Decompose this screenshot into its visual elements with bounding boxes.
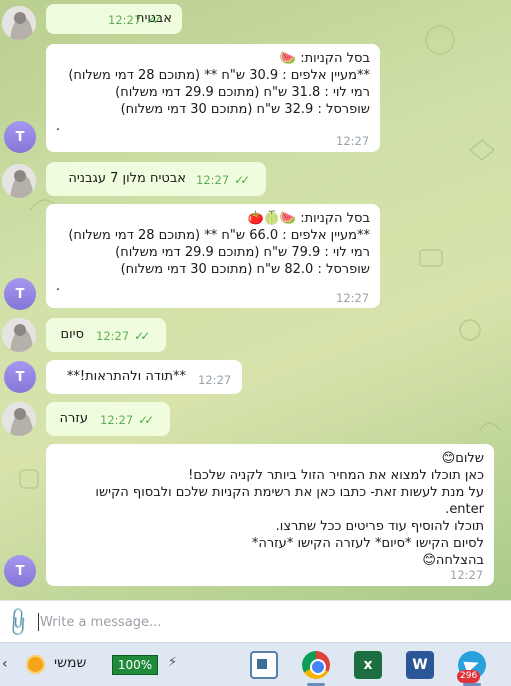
chrome-icon[interactable]	[302, 651, 330, 679]
message-line: **מעיין אלפים : 66.0 ש"ח ** (מתוכם 28 דמ…	[68, 228, 370, 243]
bot-avatar[interactable]: T	[4, 278, 36, 310]
message-meta: 12:27 ✓✓	[196, 172, 250, 189]
message-text: עזרה	[59, 411, 88, 426]
message-composer: 📎	[0, 600, 511, 642]
message-line: תוכלו להוסיף עוד פריטים ככל שתרצו.	[275, 519, 484, 534]
message-line: שופרסל : 82.0 ש"ח (מתוכם 30 דמי משלוח)	[120, 262, 370, 277]
message-text: אבטיח מלון 7 עגבניה	[68, 171, 186, 186]
message-time: 12:27	[108, 13, 142, 27]
double-check-icon: ✓✓	[134, 329, 150, 343]
attach-paperclip-icon[interactable]: 📎	[1, 605, 36, 640]
weather-sun-icon[interactable]	[26, 655, 45, 674]
user-avatar[interactable]	[2, 318, 36, 352]
bot-avatar[interactable]: T	[4, 121, 36, 153]
weather-label[interactable]: שמשי	[54, 655, 86, 671]
message-line: **תודה ולהתראות!**	[66, 369, 186, 384]
double-check-icon: ✓✓	[146, 13, 162, 27]
user-avatar[interactable]	[2, 164, 36, 198]
user-avatar[interactable]	[2, 402, 36, 436]
message-line: .	[56, 119, 61, 134]
message-line: **מעיין אלפים : 30.9 ש"ח ** (מתוכם 28 דמ…	[68, 68, 370, 83]
message-input[interactable]	[40, 609, 480, 635]
message-line: בסל הקניות: 🍉	[279, 51, 370, 66]
message-meta: 12:27 ✓✓	[108, 12, 162, 29]
message-text: סיום	[60, 327, 84, 342]
message-line: רמי לוי : 79.9 ש"ח (מתוכם 29.9 דמי משלוח…	[115, 245, 370, 260]
message-time: 12:27	[96, 329, 130, 343]
telegram-unread-badge: 296	[457, 670, 481, 683]
message-time: 12:27	[450, 568, 484, 582]
incoming-message[interactable]: בסל הקניות: 🍉🍈🍅 **מעיין אלפים : 66.0 ש"ח…	[46, 204, 380, 308]
user-avatar[interactable]	[2, 6, 36, 40]
outgoing-message[interactable]: אבטיח מלון 7 עגבניה 12:27 ✓✓	[46, 162, 266, 196]
tray-chevron-icon[interactable]: ‹	[2, 656, 8, 672]
double-check-icon: ✓✓	[138, 413, 154, 427]
message-line: לסיום הקישו *סיום* לעזרה הקישו *עזרה*	[251, 536, 484, 551]
message-time: 12:27	[336, 291, 370, 305]
message-meta: 12:27 ✓✓	[96, 328, 150, 345]
message-time: 12:27	[100, 413, 134, 427]
message-line: enter.	[445, 502, 484, 517]
chat-area[interactable]: אבטיח 12:27 ✓✓ בסל הקניות: 🍉 **מעיין אלפי…	[0, 0, 511, 600]
message-line: .	[56, 279, 61, 294]
incoming-message[interactable]: בסל הקניות: 🍉 **מעיין אלפים : 30.9 ש"ח *…	[46, 44, 380, 152]
word-icon[interactable]: W	[406, 651, 434, 679]
message-line: רמי לוי : 31.8 ש"ח (מתוכם 29.9 דמי משלוח…	[115, 85, 370, 100]
windows-taskbar: ‹ שמשי 100% ⚡ x W 296	[0, 642, 511, 686]
outgoing-message[interactable]: עזרה 12:27 ✓✓	[46, 402, 170, 436]
message-line: שופרסל : 32.9 ש"ח (מתוכם 30 דמי משלוח)	[120, 102, 370, 117]
photos-icon[interactable]	[250, 651, 278, 679]
outgoing-message[interactable]: אבטיח 12:27 ✓✓	[46, 4, 182, 34]
outgoing-message[interactable]: סיום 12:27 ✓✓	[46, 318, 166, 352]
message-line: על מנת לעשות זאת- כתבו כאן את רשימת הקני…	[95, 485, 484, 500]
bot-avatar[interactable]: T	[4, 361, 36, 393]
message-line: בסל הקניות: 🍉🍈🍅	[247, 211, 370, 226]
message-line: בהצלחה😊	[422, 553, 484, 568]
message-time: 12:27	[196, 173, 230, 187]
message-line: כאן תוכלו למצוא את המחיר הזול ביותר לקני…	[188, 468, 484, 483]
power-plug-icon: ⚡	[168, 655, 178, 670]
bot-avatar[interactable]: T	[4, 555, 36, 587]
message-line: שלום😊	[441, 451, 484, 466]
excel-icon[interactable]: x	[354, 651, 382, 679]
message-time: 12:27	[198, 373, 232, 387]
message-meta: 12:27 ✓✓	[100, 412, 154, 429]
double-check-icon: ✓✓	[234, 173, 250, 187]
text-caret	[38, 613, 39, 631]
message-time: 12:27	[336, 134, 370, 148]
battery-indicator[interactable]: 100%	[112, 655, 158, 675]
incoming-message[interactable]: שלום😊 כאן תוכלו למצוא את המחיר הזול ביות…	[46, 444, 494, 586]
incoming-message[interactable]: **תודה ולהתראות!** 12:27	[46, 360, 242, 394]
